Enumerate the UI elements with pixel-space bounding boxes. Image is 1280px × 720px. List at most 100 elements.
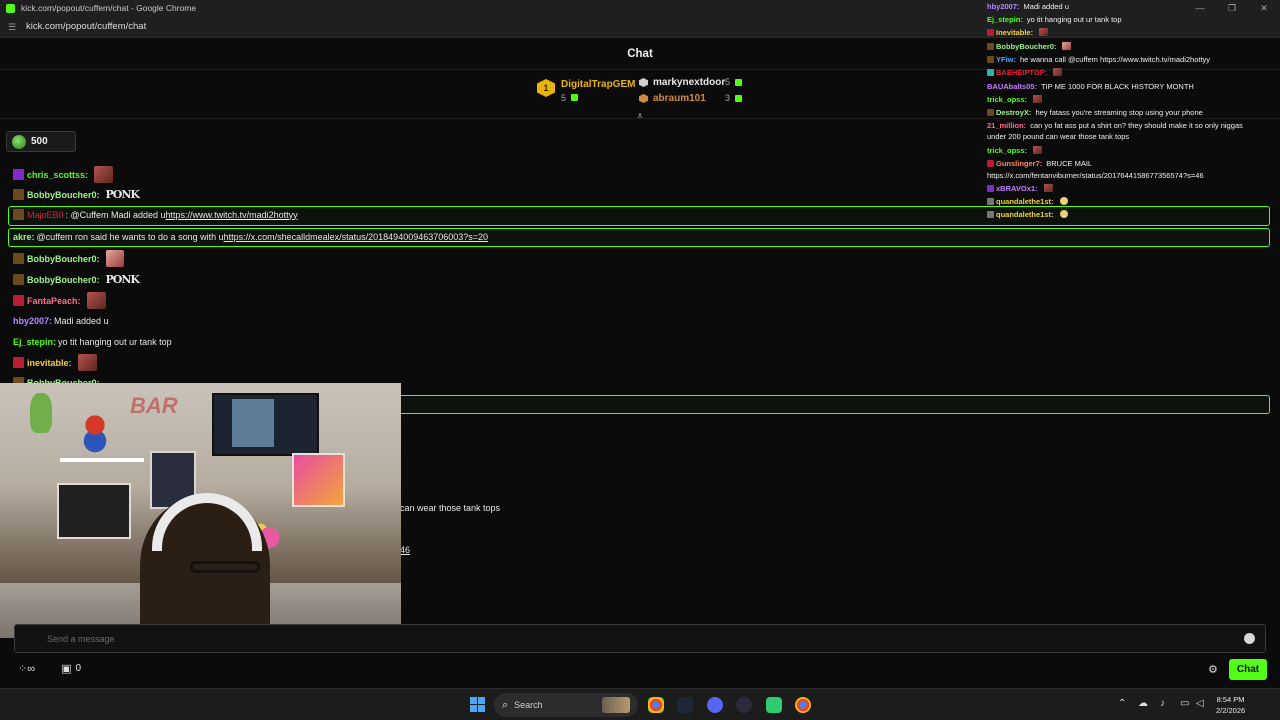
taskbar-search[interactable]: ⌕ Search (494, 693, 638, 717)
leader-3-name[interactable]: abraum101 (653, 93, 706, 104)
site-settings-icon[interactable]: ☰ (8, 22, 18, 32)
leader-3-value: 3 (725, 93, 731, 103)
chevron-up-icon[interactable]: ⌃ (1118, 698, 1126, 709)
emote-face-icon (86, 292, 106, 309)
message-text: yo tit hanging out ur tank top (58, 337, 172, 347)
collapse-chevron-icon[interactable]: ⩡ (634, 112, 646, 122)
url-text[interactable]: kick.com/popout/cuffem/chat (26, 21, 146, 32)
overlay-message: DestroyX: hey fatass you're streaming st… (987, 108, 1203, 117)
microphone-icon[interactable]: ♪ (1160, 698, 1165, 709)
overlay-username: quandalethe1st: (996, 210, 1054, 219)
badge-icon (987, 198, 994, 205)
message-text: Madi added u (54, 316, 109, 326)
app-icon[interactable] (736, 697, 752, 713)
overlay-message: trick_opss: (987, 146, 1043, 155)
message-link[interactable]: https://www.twitch.tv/madi2hottyy (166, 210, 298, 220)
subscriber-badge-icon (13, 274, 24, 285)
emote-face-icon (1043, 184, 1053, 192)
message-username[interactable]: hby2007: (13, 316, 52, 326)
overlay-message-cont: under 200 pound can wear those tank tops (987, 132, 1129, 141)
overlay-message: BobbyBoucher0: (987, 42, 1072, 51)
message-username[interactable]: akre: (13, 232, 35, 242)
rank-2-badge-icon (639, 78, 648, 87)
windows-start-icon[interactable] (470, 697, 485, 712)
chrome-icon[interactable] (795, 697, 811, 713)
kicks-icon[interactable]: ⁘∞ (18, 662, 35, 675)
wallet-count: 0 (75, 663, 82, 674)
subscriber-badge-icon (13, 357, 24, 368)
kicks-coin-icon (12, 134, 26, 149)
message-username[interactable]: BobbyBoucher0: (27, 190, 100, 200)
window-title: kick.com/popout/cuffem/chat - Google Chr… (21, 3, 197, 13)
taskbar-clock[interactable]: 8:54 PM 2/2/2026 (1216, 694, 1245, 716)
overlay-username: DestroyX: (996, 108, 1032, 117)
steam-icon[interactable] (677, 697, 693, 713)
message-username[interactable]: chris_scottss: (27, 170, 88, 180)
badge-icon (987, 211, 994, 218)
send-chat-button[interactable]: Chat (1229, 659, 1267, 680)
emote-hand-icon (105, 250, 124, 267)
overlay-username: YFiw: (996, 55, 1016, 64)
overlay-message-cont: https://x.com/fentanviburner/status/2017… (987, 171, 1204, 180)
rank-1-badge-icon: 1 (537, 79, 555, 97)
emote-face-icon (1033, 146, 1043, 154)
message-link[interactable]: https://x.com/shecalldmealex/status/2018… (224, 232, 488, 242)
subscriber-badge-icon (13, 169, 24, 180)
emoji-picker-icon[interactable] (1244, 633, 1255, 644)
message-username[interactable]: BobbyBoucher0: (27, 275, 100, 285)
display-icon[interactable]: ▭ (1180, 698, 1189, 709)
gift-icon (571, 94, 578, 101)
volume-icon[interactable]: ◁ (1196, 698, 1204, 709)
cloud-icon[interactable]: ☁ (1138, 698, 1148, 709)
overlay-text: TIP ME 1000 FOR BLACK HISTORY MONTH (1041, 82, 1194, 91)
wallet-icon[interactable]: ▣ (61, 662, 71, 675)
overlay-username: BAUAbalts05: (987, 82, 1038, 91)
badge-icon (987, 43, 994, 50)
chat-message: inevitable: (13, 354, 97, 371)
message-text: : @Cuffem Madi added u (65, 209, 166, 220)
settings-gear-icon[interactable]: ⚙ (1208, 663, 1218, 676)
chrome-icon[interactable] (648, 697, 664, 713)
overlay-text: under 200 pound can wear those tank tops (987, 132, 1130, 141)
badge-icon (987, 29, 994, 36)
search-highlight-image (602, 697, 630, 713)
overlay-message: quandalethe1st: (987, 197, 1068, 206)
overlay-username: xBRAVOx1: (996, 184, 1038, 193)
overlay-text: https://x.com/fentanviburner/status/2017… (987, 171, 1204, 180)
message-username[interactable]: inevitable: (27, 358, 72, 368)
overlay-username: Ej_stepin: (987, 15, 1023, 24)
gift-icon (735, 95, 742, 102)
chat-message: akre: @cuffem ron said he wants to do a … (13, 232, 488, 242)
chat-footer-left: ⁘∞ ▣ 0 (18, 662, 81, 675)
badge-icon (987, 185, 994, 192)
subscriber-badge-icon (13, 209, 24, 220)
gift-icon (735, 79, 742, 86)
message-link-partial[interactable]: 46 (400, 545, 410, 555)
message-username[interactable]: Ej_stepin: (13, 337, 56, 347)
kicks-pinned-tile[interactable]: 500 (6, 131, 76, 152)
overlay-username: BobbyBoucher0: (996, 42, 1057, 51)
emote-face-icon (1033, 95, 1043, 103)
overlay-text: Madi added u (1023, 2, 1069, 11)
overlay-username: hby2007: (987, 2, 1020, 11)
leader-1-name[interactable]: DigitalTrapGEM (561, 79, 635, 90)
overlay-message: 21_million: can yo fat ass put a shirt o… (987, 121, 1243, 130)
leader-2-name[interactable]: markynextdoor (653, 77, 725, 88)
discord-icon[interactable] (707, 697, 723, 713)
emote-smile-icon (1059, 197, 1068, 205)
overlay-message: Ej_stepin: yo tit hanging out ur tank to… (987, 15, 1122, 24)
emote-face-icon (1039, 28, 1049, 36)
leader-1-value: 5 (561, 93, 567, 103)
message-username[interactable]: FantaPeach: (27, 296, 81, 306)
overlay-text: yo tit hanging out ur tank top (1026, 15, 1122, 24)
overlay-message: trick_opss: (987, 95, 1043, 104)
kick-app-icon[interactable] (766, 697, 782, 713)
gift-leaderboard: 1 DigitalTrapGEM 5 markynextdoor 5 abrau… (537, 75, 752, 109)
stream-chat-overlay: hby2007: Madi added u Ej_stepin: yo tit … (985, 0, 1280, 222)
overlay-message: Inevitable: (987, 28, 1049, 37)
chat-message-input[interactable] (47, 631, 1227, 647)
message-text-partial: can wear those tank tops (400, 503, 501, 513)
windows-taskbar: ⌕ Search ⌃ ☁ ♪ ▭ ◁ 8:54 PM 2/2/2026 (0, 688, 1280, 720)
message-username[interactable]: BobbyBoucher0: (27, 254, 100, 264)
message-username[interactable]: MajoEBII (27, 210, 64, 220)
